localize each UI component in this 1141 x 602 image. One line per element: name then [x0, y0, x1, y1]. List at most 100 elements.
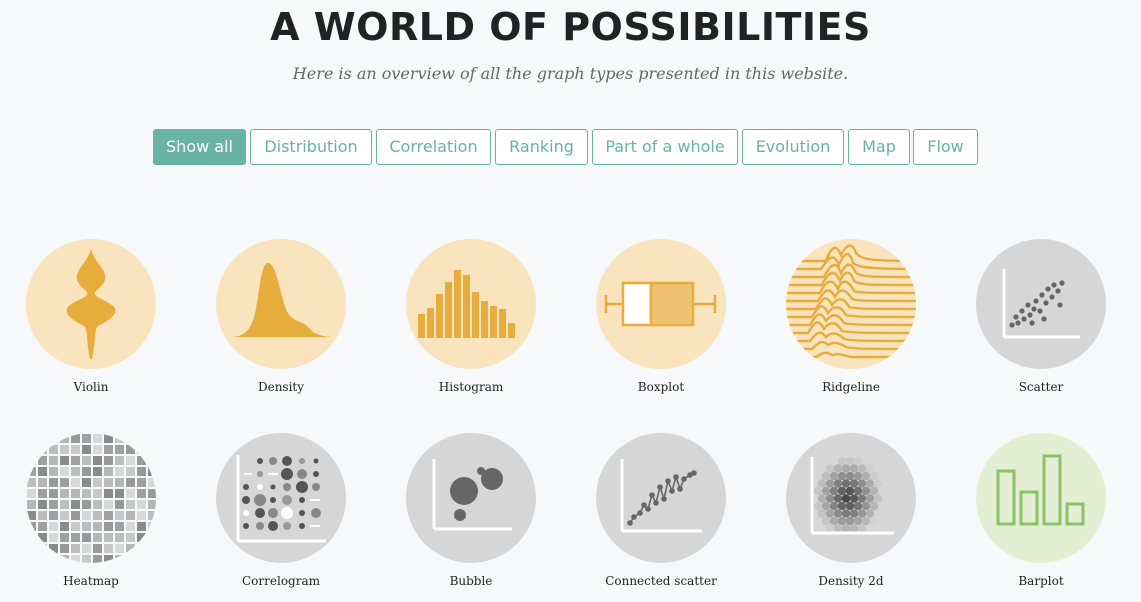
heatmap-cell	[82, 500, 91, 509]
heatmap-cell	[27, 445, 36, 454]
density-cell	[833, 494, 843, 503]
chart-card-boxplot[interactable]: Boxplot	[581, 239, 741, 394]
filter-evolution[interactable]: Evolution	[742, 129, 844, 165]
chart-label: Density 2d	[818, 574, 884, 588]
heatmap-cell	[27, 456, 36, 465]
density-cell	[853, 486, 863, 496]
chart-label: Ridgeline	[822, 380, 880, 394]
heatmap-cell	[137, 555, 146, 563]
density-cell	[869, 471, 879, 481]
density-cell	[869, 516, 879, 526]
chart-card-density-2d[interactable]: Density 2d	[771, 433, 931, 588]
boxplot-thumbnail	[596, 239, 726, 369]
heatmap-cell	[71, 522, 80, 531]
heatmap-cell	[148, 434, 156, 443]
chart-label: Scatter	[1018, 380, 1064, 394]
chart-card-density[interactable]: Density	[201, 239, 361, 394]
heatmap-cell	[104, 511, 113, 520]
chart-card-bubble[interactable]: Bubble	[391, 433, 551, 588]
density-cell	[849, 479, 859, 488]
chart-card-barplot[interactable]: Barplot	[961, 433, 1121, 588]
chart-label: Boxplot	[637, 380, 685, 394]
density-cell	[853, 456, 863, 466]
heatmap-cell	[60, 478, 69, 487]
chart-card-violin[interactable]: Violin	[11, 239, 171, 394]
chart-card-ridgeline[interactable]: Ridgeline	[771, 239, 931, 394]
heatmap-cell	[38, 467, 47, 476]
chart-label: Correlogram	[242, 574, 320, 588]
filter-distribution[interactable]: Distribution	[250, 129, 372, 165]
histogram-thumbnail	[406, 239, 536, 369]
heatmap-cell	[115, 478, 124, 487]
chart-card-heatmap[interactable]: Heatmap	[11, 433, 171, 588]
density-cell	[845, 486, 855, 496]
density-cell	[853, 501, 863, 511]
chart-card-connected-scatter[interactable]: Connected scatter	[581, 433, 741, 588]
heatmap-cell	[104, 456, 113, 465]
heatmap-cell	[38, 511, 47, 520]
density-cell	[817, 479, 827, 488]
heatmap-cell	[60, 489, 69, 498]
heatmap-cell	[71, 456, 80, 465]
heatmap-cell	[126, 555, 135, 563]
heatmap-cell	[93, 445, 102, 454]
density-cell	[857, 464, 867, 473]
heatmap-cell	[27, 522, 36, 531]
density-cell	[853, 516, 863, 526]
heatmap-cell	[115, 489, 124, 498]
heatmap-cell	[104, 544, 113, 553]
barplot-thumbnail	[976, 433, 1106, 563]
filter-show-all[interactable]: Show all	[153, 129, 246, 165]
heatmap-cell	[49, 511, 58, 520]
density-cell	[837, 501, 847, 511]
heatmap-cell	[49, 533, 58, 542]
heatmap-cell	[148, 555, 156, 563]
filter-part-of-a-whole[interactable]: Part of a whole	[592, 129, 738, 165]
density-cell	[873, 479, 883, 488]
heatmap-cell	[49, 434, 58, 443]
heatmap-cell	[38, 522, 47, 531]
chart-card-scatter[interactable]: Scatter	[961, 239, 1121, 394]
heatmap-cell	[38, 489, 47, 498]
heatmap-cell	[148, 544, 156, 553]
density-cell	[849, 464, 859, 473]
chart-card-histogram[interactable]: Histogram	[391, 239, 551, 394]
heatmap-cell	[104, 445, 113, 454]
heatmap-cell	[60, 522, 69, 531]
heatmap-cell	[38, 533, 47, 542]
heatmap-cell	[71, 478, 80, 487]
density-thumbnail	[216, 239, 346, 369]
heatmap-cell	[82, 533, 91, 542]
density-cell	[821, 516, 831, 526]
filter-flow[interactable]: Flow	[913, 129, 978, 165]
filter-ranking[interactable]: Ranking	[495, 129, 588, 165]
density-cell	[837, 486, 847, 496]
heatmap-cell	[115, 500, 124, 509]
heatmap-cell	[104, 522, 113, 531]
density-cell	[853, 471, 863, 481]
heatmap-cell	[82, 467, 91, 476]
density-cell	[821, 486, 831, 496]
chart-card-correlogram[interactable]: Correlogram	[201, 433, 361, 588]
heatmap-cell	[104, 533, 113, 542]
heatmap-cell	[148, 467, 156, 476]
density-cell	[845, 471, 855, 481]
heatmap-cell	[93, 544, 102, 553]
filter-correlation[interactable]: Correlation	[376, 129, 491, 165]
scatter-thumbnail	[976, 239, 1106, 369]
heatmap-cell	[93, 456, 102, 465]
heatmap-cell	[115, 434, 124, 443]
page-subtitle: Here is an overview of all the graph typ…	[292, 64, 849, 83]
density-cell	[865, 494, 875, 503]
heatmap-cell	[126, 522, 135, 531]
density-cell	[861, 516, 871, 526]
heatmap-cell	[60, 511, 69, 520]
density-cell	[833, 524, 843, 533]
density-cell	[829, 501, 839, 511]
heatmap-cell	[71, 533, 80, 542]
filter-map[interactable]: Map	[848, 129, 910, 165]
heatmap-cell	[137, 544, 146, 553]
heatmap-cell	[49, 555, 58, 563]
heatmap-cell	[60, 467, 69, 476]
heatmap-cell	[115, 544, 124, 553]
